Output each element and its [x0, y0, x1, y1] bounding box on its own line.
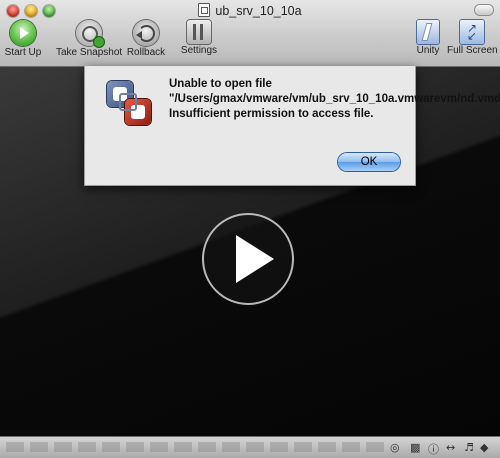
settings-icon	[187, 20, 211, 44]
rollback-button[interactable]: Rollback	[126, 20, 166, 58]
power-on-play-button[interactable]	[202, 213, 294, 305]
arrows-icon[interactable]: ↔	[446, 441, 455, 454]
info-icon[interactable]: ⓘ	[428, 441, 439, 457]
unity-label: Unity	[416, 45, 440, 56]
settings-button[interactable]: Settings	[178, 20, 220, 56]
start-up-button[interactable]: Start Up	[4, 20, 42, 58]
lock-icon[interactable]: ◆	[480, 441, 488, 454]
take-snapshot-button[interactable]: Take Snapshot	[56, 20, 122, 58]
full-screen-label: Full Screen	[447, 45, 498, 56]
full-screen-button[interactable]: Full Screen	[447, 20, 498, 56]
rollback-icon	[133, 20, 159, 46]
start-up-label: Start Up	[4, 47, 42, 58]
toolbar-toggle-button[interactable]	[475, 5, 493, 15]
usb-icon[interactable]: ▩	[410, 441, 420, 454]
toolbar: ub_srv_10_10a Start Up Take Snapshot Rol…	[0, 0, 500, 67]
error-dialog: Unable to open file "/Users/gmax/vmware/…	[84, 66, 500, 186]
snapshot-icon	[76, 20, 104, 47]
take-snapshot-label: Take Snapshot	[56, 47, 123, 58]
vm-document-icon	[198, 3, 211, 17]
network-icon[interactable]: ◎	[390, 441, 400, 454]
window-title: ub_srv_10_10a	[0, 3, 500, 18]
status-text-blurred	[6, 442, 386, 452]
ok-button[interactable]: OK	[338, 153, 400, 171]
fullscreen-icon	[460, 20, 484, 44]
rollback-label: Rollback	[126, 47, 166, 58]
vmware-window: ub_srv_10_10a Start Up Take Snapshot Rol…	[0, 0, 500, 458]
logo-link	[119, 93, 137, 111]
play-icon	[236, 235, 274, 283]
speaker-icon[interactable]: ♬	[464, 441, 474, 454]
vmware-fusion-icon	[105, 79, 155, 131]
unity-button[interactable]: Unity	[412, 20, 444, 56]
status-bar: ◎ ▩ ⓘ ↔ ♬ ◆	[0, 436, 500, 458]
error-message: Unable to open file "/Users/gmax/vmware/…	[169, 78, 500, 120]
settings-label: Settings	[180, 45, 218, 56]
unity-icon	[417, 20, 439, 44]
play-circle-icon	[10, 20, 36, 46]
